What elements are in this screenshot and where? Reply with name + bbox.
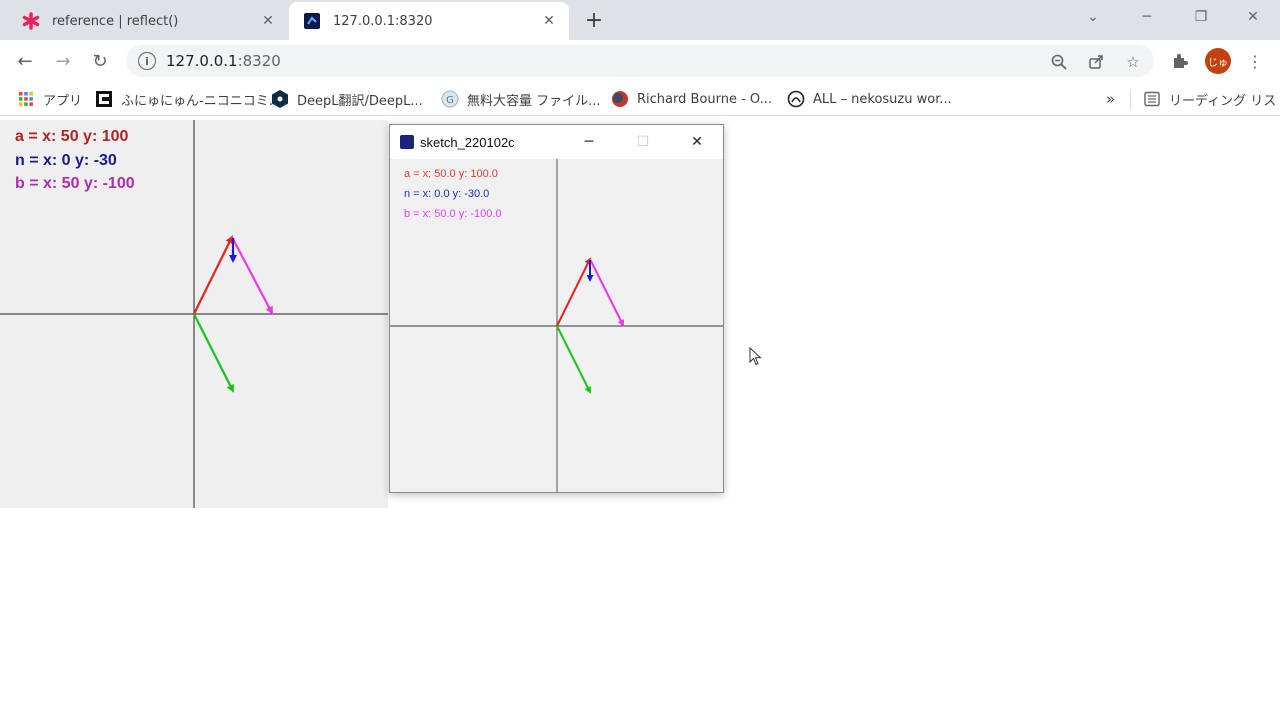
forward-button[interactable]: → [49, 47, 77, 75]
vector-b-arrow [231, 236, 273, 315]
svg-text:G: G [446, 95, 454, 106]
sketch-window-title: sketch_220102c [420, 134, 515, 150]
bookmark-label: ALL – nekosuzu wor... [813, 91, 952, 107]
vector-green-arrow [193, 313, 234, 393]
bookmark-apps[interactable]: アプリ [17, 88, 82, 110]
mouse-cursor-icon [749, 347, 762, 366]
sketch-label-vector-b: b = x: 50.0 y: -100.0 [404, 208, 502, 220]
restore-button[interactable]: ❐ [1178, 0, 1224, 34]
sketch-vector-a-arrow [556, 257, 591, 327]
bookmark-star-icon[interactable]: ☆ [1122, 51, 1144, 73]
bookmark-label: ふにゅにゅん-ニコニコミ... [121, 93, 282, 109]
niconico-icon [95, 90, 113, 108]
richard-bourne-icon [611, 90, 629, 108]
extensions-puzzle-icon[interactable] [1168, 49, 1192, 73]
sketch-label-vector-n: n = x: 0.0 y: -30.0 [404, 188, 490, 200]
close-tab-icon[interactable]: ✕ [539, 11, 559, 31]
back-button[interactable]: ← [11, 47, 39, 75]
label-vector-n: n = x: 0 y: -30 [15, 152, 117, 169]
bookmark-richard-bourne[interactable]: Richard Bourne - O... [611, 88, 772, 110]
bookmark-gigafile[interactable]: G 無料大容量 ファイル... [441, 88, 601, 110]
reading-list-label: リーディング リスト [1169, 93, 1280, 109]
bookmark-label: 無料大容量 ファイル... [467, 93, 601, 109]
bookmark-deepl[interactable]: DeepL翻訳/DeepL... [271, 88, 423, 110]
label-vector-a: a = x: 50 y: 100 [15, 128, 129, 145]
profile-avatar[interactable]: じゅ [1205, 48, 1231, 74]
sketch-window[interactable]: sketch_220102c ─ ☐ ✕ a = x: 50.0 y: 100.… [389, 124, 724, 493]
asterisk-icon [22, 12, 40, 30]
reload-button[interactable]: ↻ [86, 47, 114, 75]
bookmark-label: アプリ [43, 93, 83, 109]
reading-list-icon [1143, 90, 1161, 108]
deepl-icon [271, 90, 289, 108]
tab-title: reference | reflect() [52, 13, 179, 29]
bookmarks-overflow-button[interactable]: » [1106, 88, 1115, 110]
tab-local-sketch[interactable]: 127.0.0.1:8320 ✕ [289, 2, 569, 40]
close-tab-icon[interactable]: ✕ [258, 11, 278, 31]
tab-reference[interactable]: reference | reflect() ✕ [8, 2, 288, 40]
url-host: 127.0.0.1 [166, 52, 238, 70]
apps-grid-icon [17, 90, 35, 108]
menu-kebab-icon[interactable]: ⋮ [1243, 49, 1267, 73]
bookmark-niconico[interactable]: ふにゅにゅん-ニコニコミ... [95, 88, 281, 110]
zoom-icon[interactable] [1048, 51, 1070, 73]
sketch-label-vector-a: a = x: 50.0 y: 100.0 [404, 168, 498, 180]
sketch-minimize-button[interactable]: ─ [566, 125, 612, 159]
tab-search-icon[interactable]: ⌄ [1070, 0, 1116, 34]
tab-title: 127.0.0.1:8320 [333, 13, 433, 29]
close-window-button[interactable]: ✕ [1230, 0, 1276, 34]
url-port: :8320 [237, 52, 281, 70]
bookmarks-bar: アプリ ふにゅにゅん-ニコニコミ... DeepL翻訳/DeepL... G 無… [0, 82, 1280, 116]
site-info-icon[interactable]: i [138, 52, 156, 70]
bookmark-nekosuzu[interactable]: ALL – nekosuzu wor... [787, 88, 952, 110]
sketch-vector-b-arrow [589, 258, 624, 327]
label-vector-b: b = x: 50 y: -100 [15, 175, 135, 192]
minimize-button[interactable]: ─ [1124, 0, 1170, 34]
processing-icon [303, 12, 321, 30]
bookmarks-divider [1130, 90, 1131, 108]
p5-canvas: a = x: 50 y: 100 n = x: 0 y: -30 b = x: … [0, 120, 388, 508]
gigafile-icon: G [441, 90, 459, 108]
address-bar[interactable]: i 127.0.0.1:8320 ☆ [126, 45, 1154, 77]
tab-strip: reference | reflect() ✕ 127.0.0.1:8320 ✕… [0, 0, 1280, 40]
nekosuzu-icon [787, 90, 805, 108]
share-icon[interactable] [1085, 51, 1107, 73]
sketch-vector-green-arrow [556, 325, 591, 394]
processing-app-icon [400, 135, 414, 149]
reading-list-button[interactable]: リーディング リスト [1143, 88, 1280, 110]
sketch-maximize-button[interactable]: ☐ [620, 125, 666, 159]
vector-a-arrow [193, 235, 233, 315]
browser-toolbar: ← → ↻ i 127.0.0.1:8320 ☆ じゅ ⋮ [0, 40, 1280, 82]
bookmark-label: DeepL翻訳/DeepL... [297, 93, 423, 109]
sketch-close-button[interactable]: ✕ [674, 125, 720, 159]
new-tab-button[interactable]: + [582, 8, 606, 33]
bookmark-label: Richard Bourne - O... [637, 91, 773, 107]
